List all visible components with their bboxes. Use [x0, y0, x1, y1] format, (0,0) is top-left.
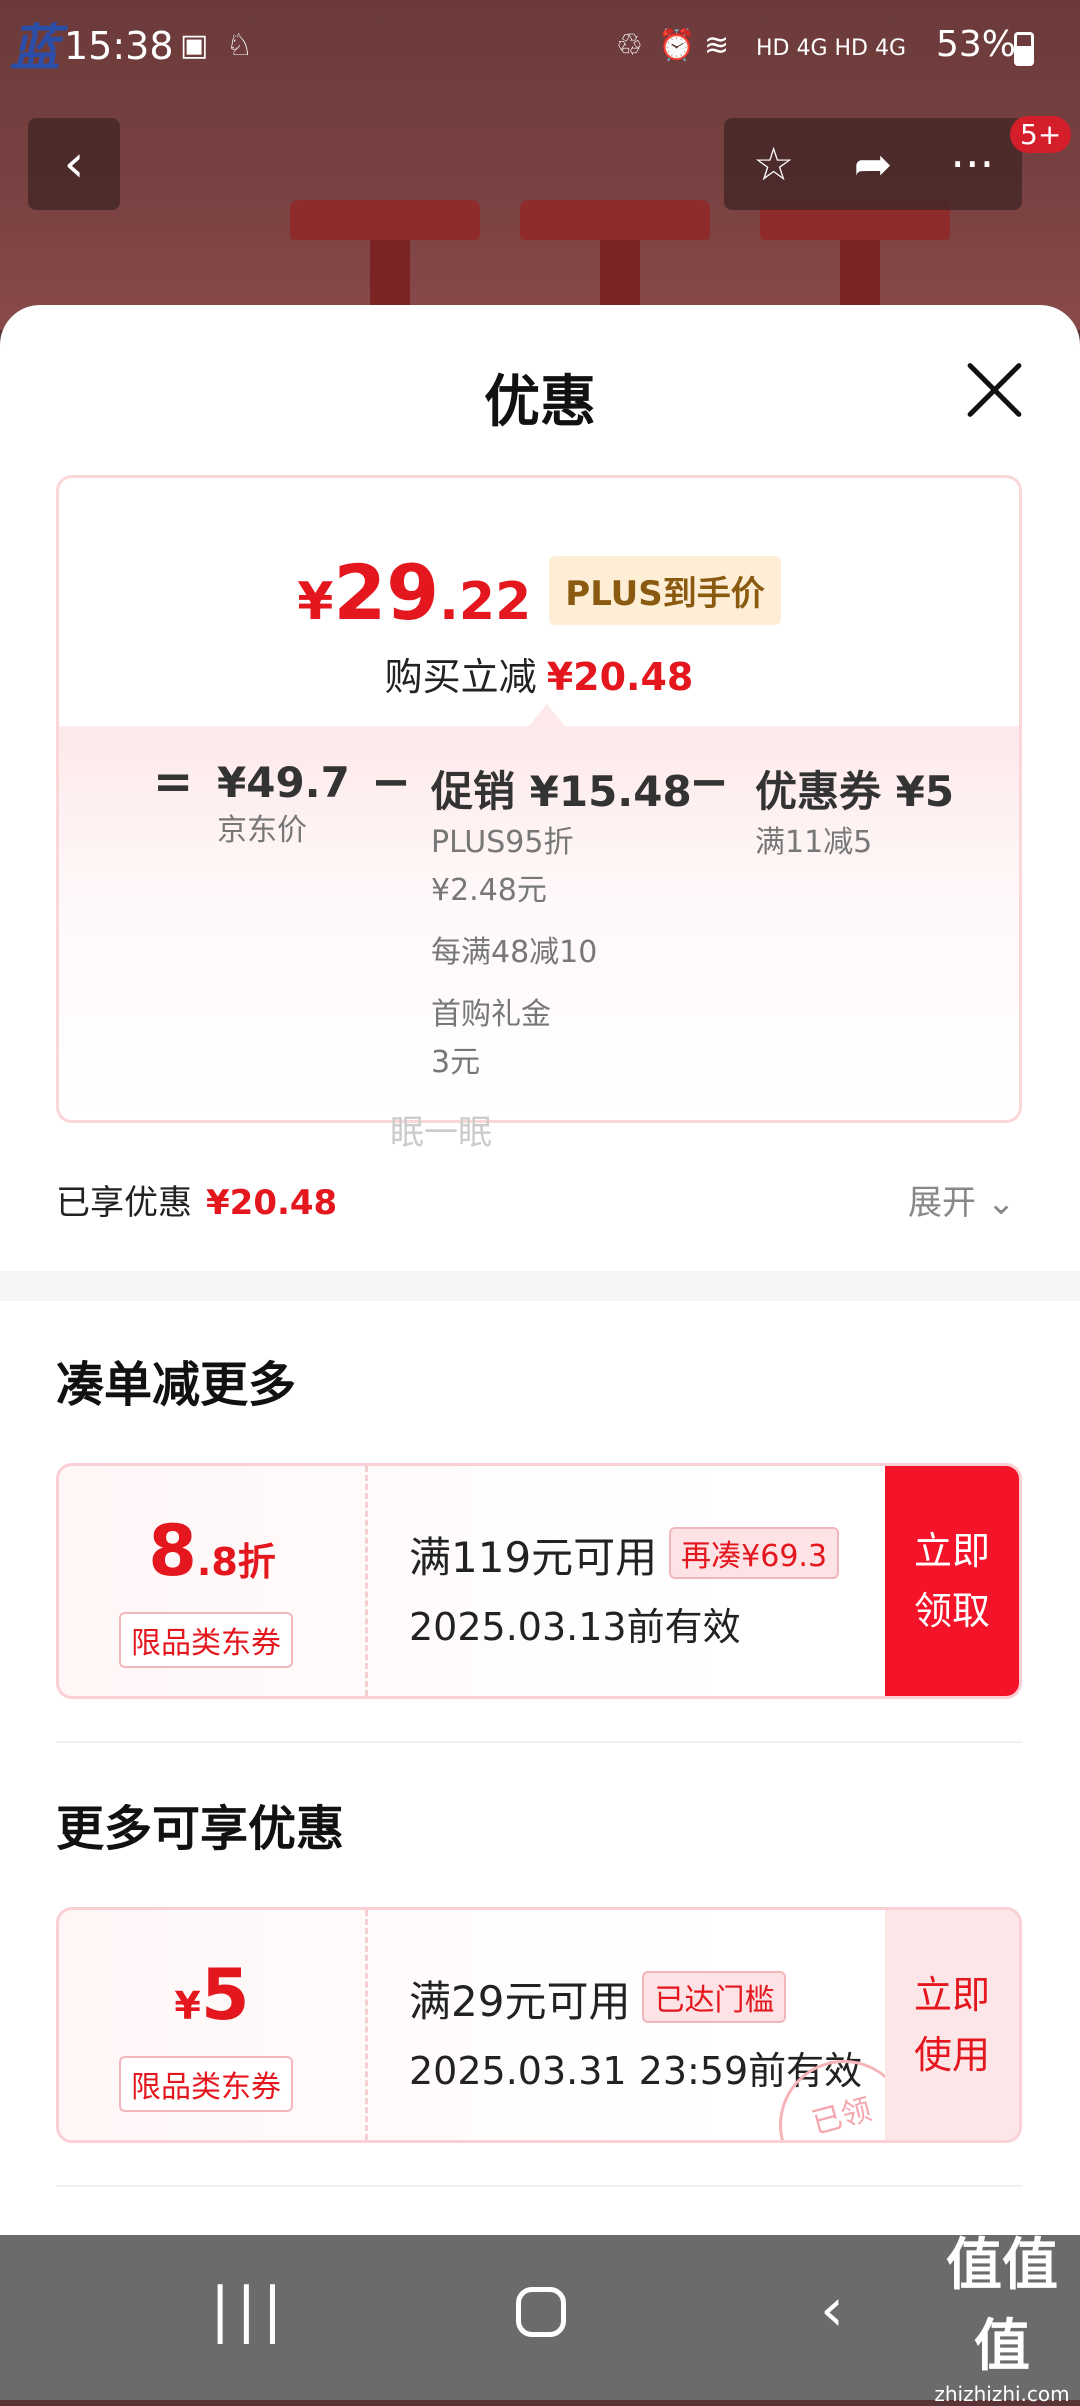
coupon-divider [365, 1910, 368, 2140]
recycle-icon: ♲ [616, 28, 643, 63]
coupon-category-tag: 限品类东券 [119, 2056, 293, 2112]
product-pump-image [290, 200, 480, 320]
coupon-divider [365, 1466, 368, 1696]
coupon-condition: 满29元可用 已达门槛 [409, 1968, 787, 2029]
coupon-validity: 2025.03.13前有效 [409, 1605, 741, 1649]
use-coupon-button[interactable]: 立即使用 [885, 1910, 1019, 2140]
promo-item: ¥2.48元 [431, 873, 547, 908]
reduction-label: 购买立减 [384, 655, 537, 699]
battery-icon [1014, 32, 1034, 66]
use-coupon-label: 立即使用 [913, 1973, 990, 2077]
promo-item: 3元 [431, 1045, 481, 1080]
reduction-value: ¥20.48 [546, 655, 694, 699]
section-title-more-offers: 更多可享优惠 [56, 1801, 345, 1857]
watermark-logo: 值值值 [946, 2233, 1058, 2379]
coupon-card: 8.8折 限品类东券 满119元可用 再凑¥69.3 2025.03.13前有效 … [56, 1463, 1022, 1699]
coupon-item: 满11减5 [755, 825, 873, 860]
sheet-title: 优惠 [484, 370, 596, 435]
coupon-value-area: ¥5 限品类东券 [59, 1910, 365, 2140]
chevron-down-icon: ⌄ [986, 1183, 1016, 1223]
site-watermark: 值值值 zhizhizhi.com [924, 2220, 1080, 2406]
final-price: ¥29.22 [297, 548, 532, 637]
top-action-group: ☆ ➦ ··· [724, 118, 1022, 210]
product-pump-image [520, 200, 710, 320]
status-bar: 蓝 15:38 ▣ ♘ ♲ ⏰ ≋ HD 4G HD 4G 53% [0, 0, 1080, 100]
alarm-icon: ⏰ [658, 28, 696, 63]
watermark-url: zhizhizhi.com [934, 2382, 1070, 2406]
app-logo-mark: 蓝 [10, 18, 60, 77]
coupon-hint-badge: 已达门槛 [642, 1971, 787, 2023]
coupon-discount-value: 8.8折 [148, 1510, 276, 1592]
final-price-line: ¥29.22 PLUS到手价 [59, 548, 1019, 639]
share-icon[interactable]: ➦ [823, 137, 922, 191]
section-title-add-on: 凑单减更多 [56, 1357, 297, 1413]
section-separator [0, 1271, 1080, 1301]
system-navigation-bar: ||| ‹ [0, 2235, 1080, 2400]
chevron-left-icon: ‹ [63, 134, 85, 194]
promo-item: 首购礼金 [431, 997, 551, 1032]
jd-price-column: ¥49.7 京东价 [217, 758, 350, 855]
notification-icon: ▣ [180, 28, 209, 63]
claim-coupon-label: 立即领取 [913, 1529, 990, 1633]
coupon-condition: 满119元可用 再凑¥69.3 [409, 1524, 840, 1585]
expand-button[interactable]: 展开 ⌄ [908, 1175, 1015, 1224]
expand-label: 展开 [908, 1183, 976, 1223]
clock: 15:38 [64, 24, 174, 68]
jd-price-value: ¥49.7 [217, 758, 350, 807]
promo-column: 促销 ¥15.48 PLUS95折 ¥2.48元 每满48减10 首购礼金 3元 [431, 758, 692, 1087]
divider-line [56, 1741, 1022, 1743]
promo-item: PLUS95折 [431, 825, 574, 860]
back-button[interactable]: ‹ [28, 118, 120, 210]
discount-sheet: 优惠 ¥29.22 PLUS到手价 购买立减 ¥20.48 = ¥49.7 京东价… [0, 305, 1080, 2235]
product-pump-image [760, 200, 950, 320]
network-indicator: HD 4G HD 4G [756, 36, 907, 61]
purchase-reduction: 购买立减 ¥20.48 [59, 646, 1019, 701]
enjoyed-value: ¥20.48 [206, 1183, 338, 1223]
coupon-title: 优惠券 ¥5 [755, 767, 955, 816]
coupon-column: 优惠券 ¥5 满11减5 [755, 758, 954, 867]
price-breakdown-card: ¥29.22 PLUS到手价 购买立减 ¥20.48 = ¥49.7 京东价 − … [56, 475, 1022, 1123]
jd-price-label: 京东价 [217, 813, 307, 848]
equals-sign: = [153, 754, 194, 810]
minus-sign: − [689, 754, 730, 810]
enjoyed-label: 已享优惠 [56, 1183, 192, 1223]
promo-title: 促销 ¥15.48 [431, 767, 692, 816]
coupon-amount-value: ¥5 [174, 1954, 250, 2036]
close-icon[interactable] [960, 355, 1030, 425]
recent-apps-icon[interactable]: ||| [210, 2275, 289, 2345]
minus-sign: − [371, 754, 412, 810]
home-icon[interactable] [516, 2287, 566, 2337]
caret-pointer [529, 704, 565, 726]
coupon-category-tag: 限品类东券 [119, 1612, 293, 1668]
back-icon[interactable]: ‹ [820, 2275, 844, 2345]
coupon-hint-badge: 再凑¥69.3 [669, 1527, 840, 1579]
message-count-badge: 5+ [1010, 116, 1072, 153]
star-icon[interactable]: ☆ [724, 137, 823, 191]
claim-coupon-button[interactable]: 立即领取 [885, 1466, 1019, 1696]
battery-percent: 53% [936, 24, 1017, 65]
wifi-icon: ≋ [704, 28, 730, 63]
promo-item: 每满48减10 [431, 935, 598, 970]
enjoyed-discount: 已享优惠 ¥20.48 [56, 1175, 337, 1224]
plus-price-tag: PLUS到手价 [549, 556, 781, 625]
more-icon[interactable]: ··· [923, 137, 1022, 191]
coupon-card: ¥5 限品类东券 满29元可用 已达门槛 2025.03.31 23:59前有效 … [56, 1907, 1022, 2143]
overlay-text: 眠一眠 [390, 1113, 492, 1153]
app-notification-icon: ♘ [226, 28, 253, 63]
divider-line [56, 2185, 1022, 2187]
coupon-value-area: 8.8折 限品类东券 [59, 1466, 365, 1696]
